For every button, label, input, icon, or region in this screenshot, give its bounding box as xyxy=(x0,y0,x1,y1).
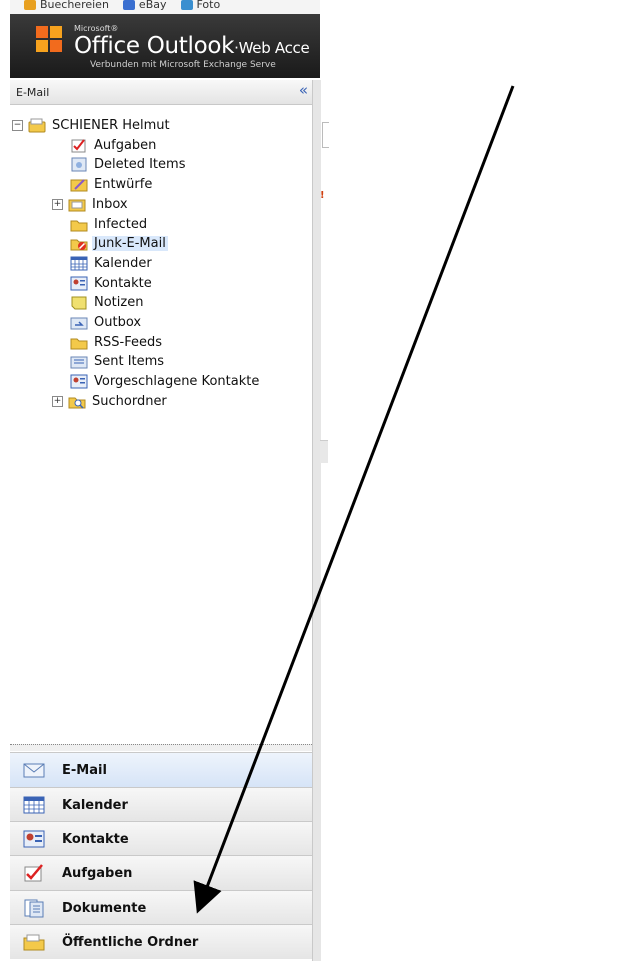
annotation-arrow xyxy=(193,85,515,914)
